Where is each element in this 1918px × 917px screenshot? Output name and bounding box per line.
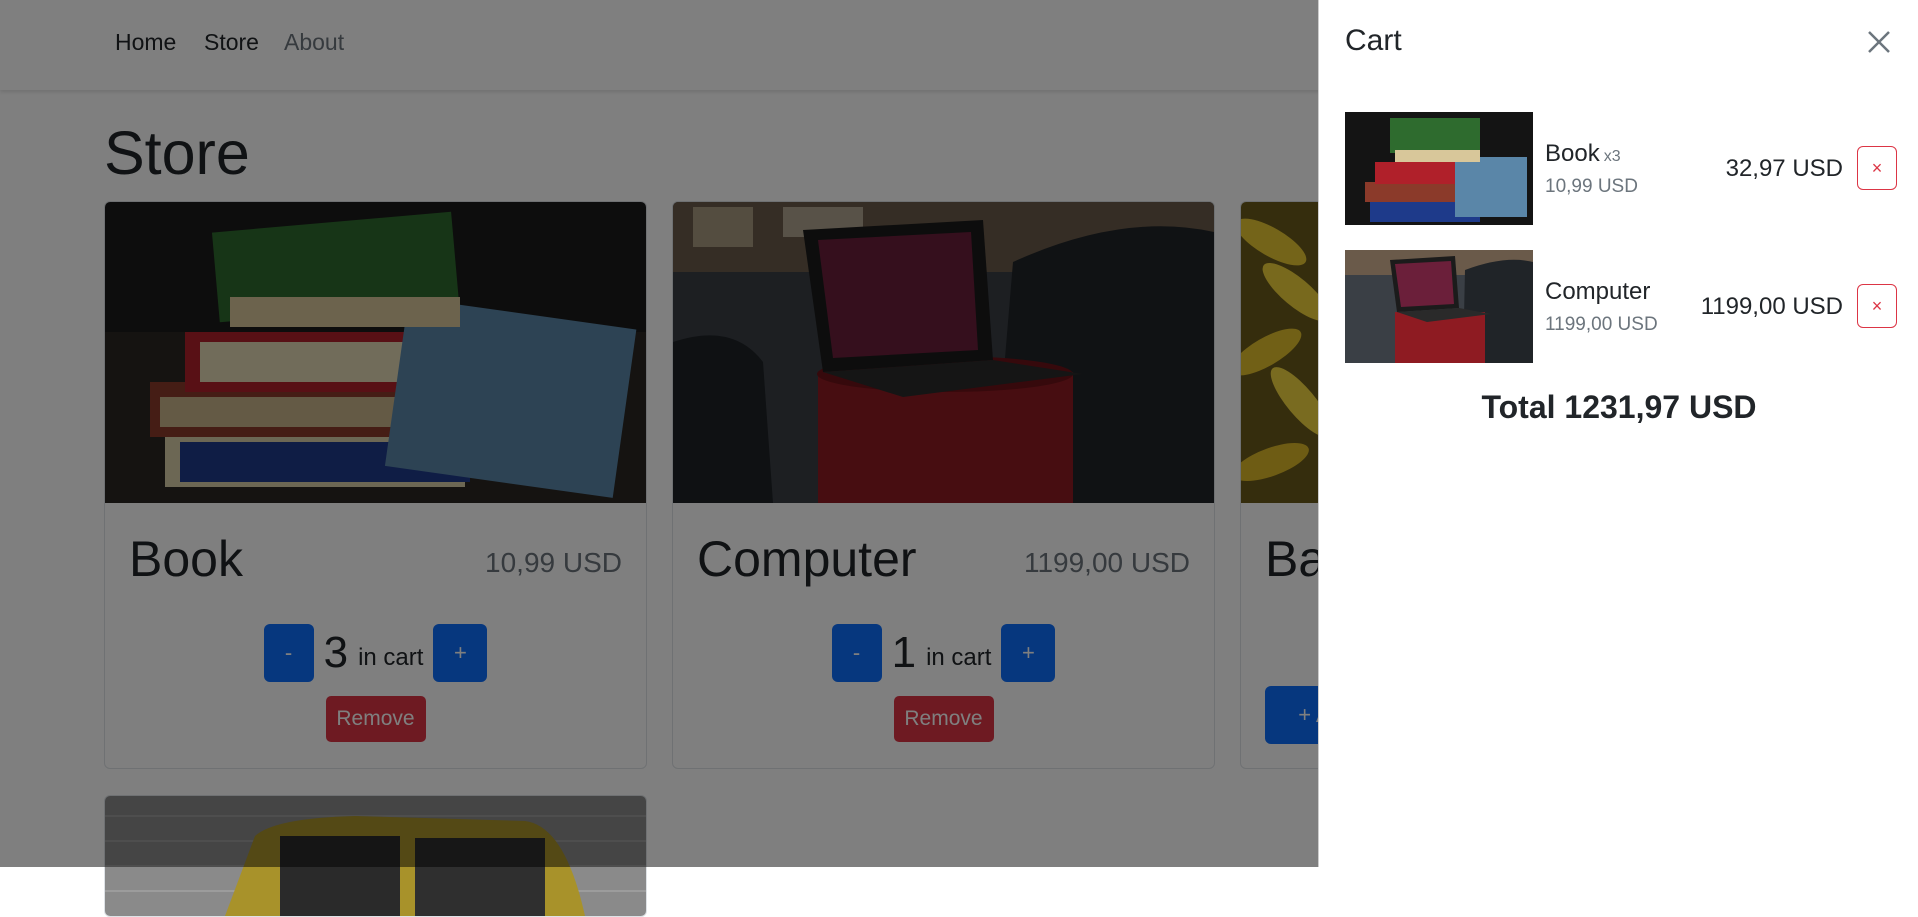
cart-title: Cart	[1345, 24, 1402, 57]
cart-item-quantity: x3	[1603, 148, 1621, 165]
cart-item-remove-button[interactable]: ×	[1857, 284, 1897, 328]
cart-item-remove-button[interactable]: ×	[1857, 146, 1897, 190]
cart-item-unit-price: 1199,00 USD	[1545, 314, 1658, 335]
cart-item-name-row: Computer	[1545, 278, 1654, 306]
cart-item-name: Computer	[1545, 278, 1651, 305]
cart-item: Book x3 10,99 USD 32,97 USD ×	[1345, 112, 1897, 225]
close-button[interactable]	[1861, 24, 1897, 60]
cart-item-line-total: 1199,00 USD	[1700, 293, 1843, 320]
cart-item-name: Book	[1545, 140, 1600, 167]
cart-total: Total 1231,97 USD	[1481, 389, 1757, 425]
close-icon	[1868, 31, 1890, 53]
cart-panel: Cart Book x3 10,99 USD 32,97 USD × Compu…	[1318, 0, 1918, 867]
cart-item-name-row: Book x3	[1545, 140, 1621, 168]
cart-item-computer-image	[1345, 250, 1533, 363]
cart-item-unit-price: 10,99 USD	[1545, 176, 1638, 197]
cart-item: Computer 1199,00 USD 1199,00 USD ×	[1345, 250, 1897, 363]
cart-item-line-total: 32,97 USD	[1725, 155, 1843, 182]
cart-item-book-image	[1345, 112, 1533, 225]
